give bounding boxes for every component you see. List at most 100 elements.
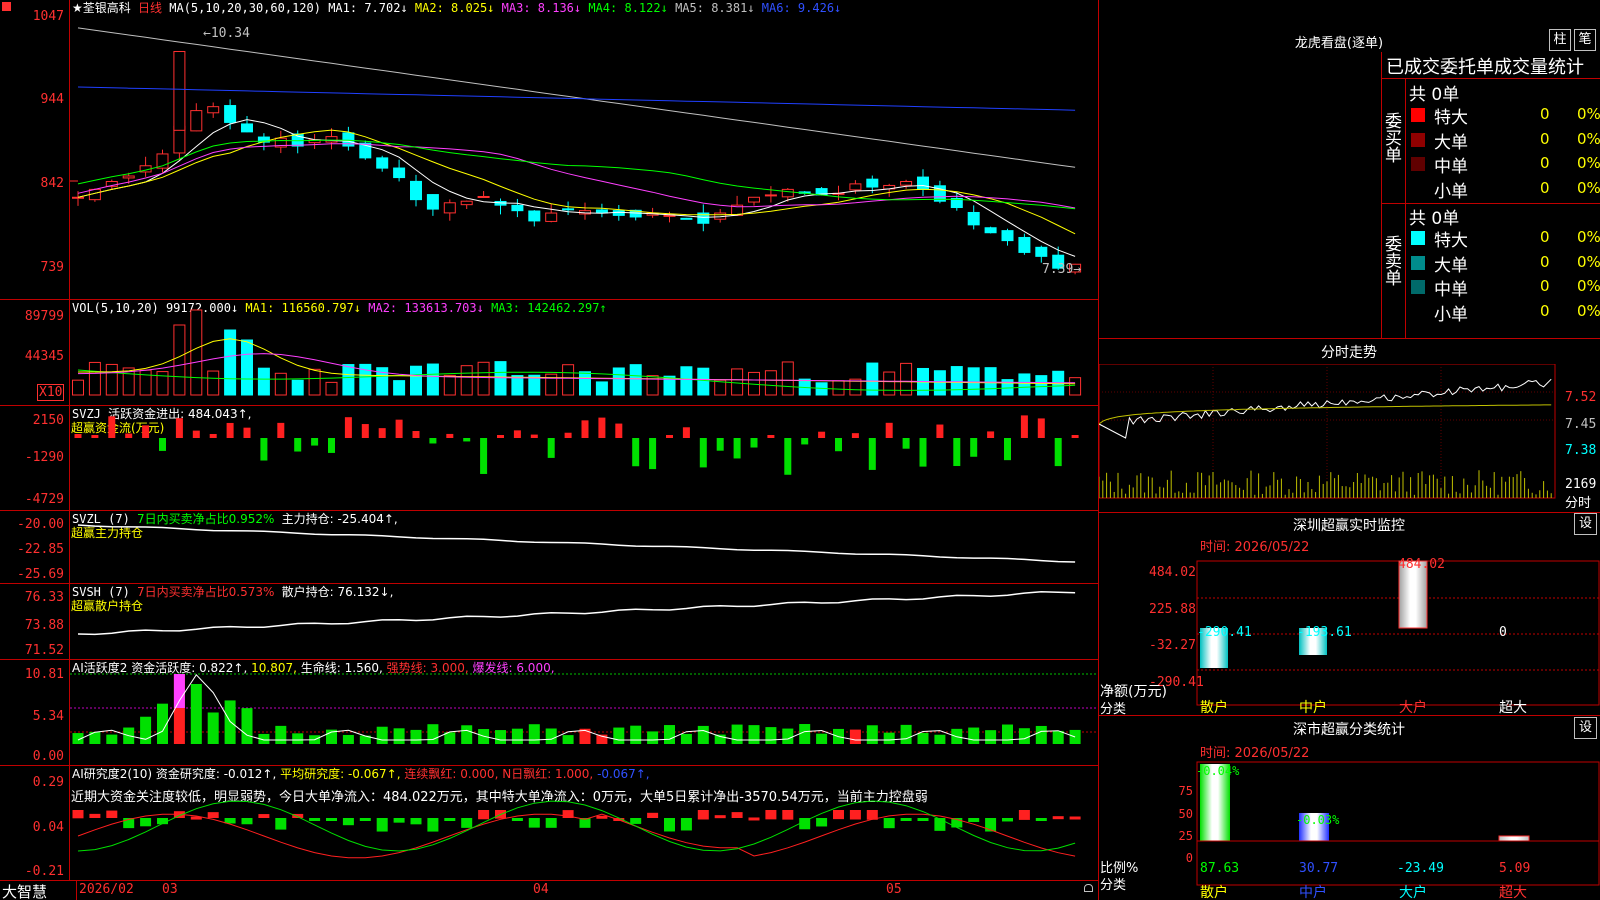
volume-bar (477, 361, 490, 396)
research-bar (545, 818, 557, 828)
svzl-panel[interactable]: -20.00 -22.85 -25.69 SVZL (7) 7日内买卖净占比0.… (0, 511, 1098, 583)
ai-active-panel[interactable]: 10.81 5.34 0.00 AI活跃度2 资金活跃度: 0.822↑, 10… (0, 660, 1098, 765)
legend-swatch (1411, 255, 1425, 270)
bar-view-button[interactable]: 柱 (1549, 29, 1571, 51)
research-bar (528, 818, 540, 828)
candle (241, 123, 253, 133)
volume-bar (257, 367, 270, 396)
svsh-panel[interactable]: 76.33 73.88 71.52 SVSH (7) 7日内买卖净占比0.573… (0, 584, 1098, 659)
research-bar (326, 818, 337, 821)
candle (190, 110, 203, 132)
activity-bar (511, 728, 523, 744)
flow-bar (1054, 438, 1062, 467)
class-category: 超大 (1499, 885, 1527, 900)
research-bar (511, 818, 523, 821)
detail-view-button[interactable]: 笔 (1574, 29, 1596, 51)
flow-bar (987, 431, 995, 438)
order-count: 0 (1540, 301, 1550, 320)
volume-bar (731, 368, 744, 396)
research-bar (393, 818, 405, 823)
price-panel[interactable]: 1047 944 842 739 ★荃银高科 日线 MA(5,10,20,30,… (0, 0, 1098, 299)
flow-bar (564, 432, 572, 438)
volume-panel[interactable]: 89799 44345 X10 VOL(5,10,20) 99172.000↓ … (0, 300, 1098, 405)
research-bar (72, 810, 84, 819)
monitor-y-label: 225.88 (1149, 602, 1196, 617)
order-pct: 0% (1577, 129, 1600, 148)
volume-bar (291, 379, 304, 396)
date-label: 04 (533, 882, 549, 897)
high-price-label: ←10.34 (203, 26, 250, 41)
volume-bar (511, 375, 524, 396)
order-row: 小单 0 0% (1407, 300, 1600, 325)
class-title: 深市超赢分类统计 (1293, 722, 1405, 738)
class-y-label: 0 (1185, 851, 1193, 865)
candlestick-chart (70, 27, 1082, 275)
activity-bar (410, 729, 422, 744)
flow-bar (970, 438, 978, 457)
research-bar (833, 810, 844, 820)
activity-bar (934, 734, 946, 744)
flow-bar (159, 438, 166, 451)
activity-bar (376, 726, 388, 744)
monitor-category: 超大 (1499, 700, 1527, 716)
lock-icon[interactable] (1084, 884, 1093, 892)
app-logo[interactable]: 大智慧 (2, 881, 47, 900)
activity-bar (782, 728, 794, 744)
candle (748, 196, 760, 203)
class-settings-button[interactable]: 设 (1574, 717, 1597, 739)
volume-bar (629, 364, 642, 396)
flow-bar (581, 420, 589, 438)
volume-bar (410, 365, 422, 396)
buy-side-label: 委买单 (1381, 112, 1401, 163)
candle (173, 51, 186, 131)
research-bar (140, 818, 152, 827)
volume-bar (443, 374, 456, 396)
flow-bar (530, 434, 538, 438)
research-bar (883, 818, 895, 829)
activity-bar (1035, 725, 1047, 744)
class-y-label: 25 (1178, 829, 1193, 843)
class-cat-label: 分类 (1100, 878, 1127, 893)
monitor-value-label: 0 (1499, 625, 1507, 640)
candle (477, 195, 490, 198)
class-bar (1498, 835, 1530, 842)
activity-bar (275, 725, 287, 744)
svzj-panel[interactable]: 2150 -1290 -4729 SVZJ 活跃资金进出: 484.043↑, … (0, 406, 1098, 510)
research-bar (680, 818, 692, 831)
volume-bar (697, 367, 710, 396)
longhu-title: 龙虎看盘(逐单) (1294, 36, 1384, 51)
class-top-value: -0.04% (1196, 764, 1240, 778)
order-row: 特大 0 0% (1407, 226, 1600, 251)
activity-bar (664, 725, 675, 744)
volume-bar (342, 364, 355, 396)
flow-bar (260, 438, 268, 461)
volume-bar (1069, 377, 1082, 396)
research-bar (376, 818, 388, 832)
intraday-label: 7.38 (1565, 443, 1597, 458)
ai-research-panel[interactable]: 0.29 0.04 -0.21 AI研究度2(10) 资金研究度: -0.012… (0, 766, 1098, 880)
class-top-value: -0.03% (1296, 813, 1340, 827)
research-bar (241, 818, 253, 825)
ma5-line (77, 27, 1076, 168)
research-bar (258, 814, 270, 818)
order-size-label: 中单 (1434, 280, 1468, 300)
candle (545, 212, 558, 222)
order-size-label: 小单 (1434, 181, 1468, 202)
activity-bar (866, 725, 878, 744)
flow-bar (733, 438, 741, 459)
monitor-settings-button[interactable]: 设 (1574, 513, 1597, 535)
order-row: 中单 0 0% (1407, 275, 1600, 300)
order-pct: 0% (1577, 301, 1600, 320)
order-pct: 0% (1577, 228, 1600, 246)
volume-bar (173, 324, 186, 396)
candle (511, 204, 524, 212)
candle (900, 181, 913, 186)
main-holding-line (77, 524, 1076, 563)
volume-bar (680, 366, 693, 396)
candle (376, 157, 389, 169)
flow-bar (632, 438, 640, 467)
intraday-price-line (1099, 378, 1552, 439)
svsh-chart (77, 591, 1076, 636)
bottom-bar: 大智慧 2026/02 03 04 05 (0, 881, 1098, 900)
volume-bar (308, 368, 321, 396)
